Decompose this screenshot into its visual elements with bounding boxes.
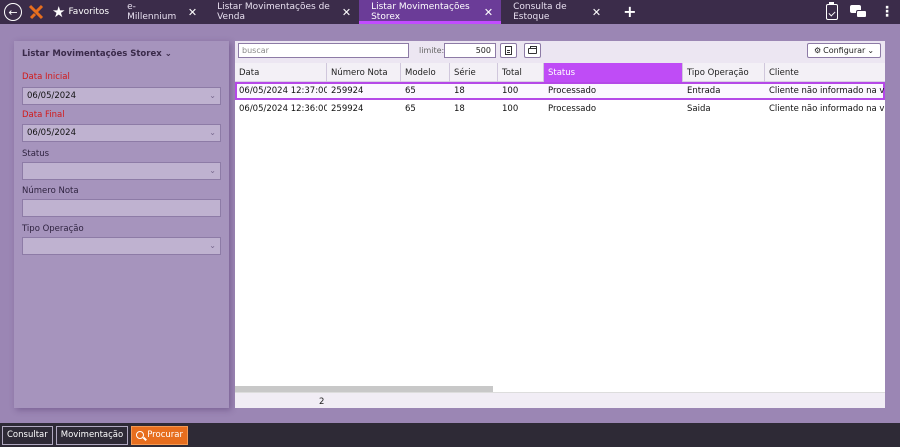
- chevron-down-icon: ⌄: [164, 49, 172, 59]
- app-logo-icon: [28, 4, 44, 20]
- column-header-modelo[interactable]: Modelo: [401, 63, 450, 82]
- favorites-button[interactable]: ★ Favoritos: [52, 2, 110, 21]
- chat-icon[interactable]: [850, 5, 868, 19]
- numero-nota-input[interactable]: [22, 199, 221, 217]
- tipo-operacao-label: Tipo Operação: [22, 224, 84, 234]
- gear-icon: ⚙: [813, 46, 822, 55]
- data-inicial-input[interactable]: 06/05/2024 ⌄: [22, 87, 221, 105]
- panel-title[interactable]: Listar Movimentações Storex ⌄: [22, 49, 172, 59]
- star-icon: ★: [52, 2, 66, 21]
- tab-consulta-de-estoque[interactable]: Consulta de Estoque ✕: [501, 0, 609, 24]
- cell-numero-nota: 259924: [331, 86, 364, 96]
- cell-tipo-operacao: Entrada: [687, 86, 721, 96]
- kebab-menu-icon[interactable]: ⋮: [880, 5, 894, 19]
- status-select[interactable]: ⌄: [22, 162, 221, 180]
- search-icon: [136, 431, 145, 439]
- cell-data: 06/05/2024 12:37:00: [239, 86, 327, 96]
- results-grid: buscar limite: 500 ⚙ Configurar ⌄ Data N…: [235, 41, 885, 408]
- chevron-down-icon[interactable]: ⌄: [209, 128, 216, 137]
- tab-label: Consulta de Estoque: [513, 2, 567, 22]
- printer-icon: [528, 45, 537, 54]
- cell-modelo: 65: [405, 104, 416, 114]
- column-header-total[interactable]: Total: [498, 63, 544, 82]
- limit-label: limite:: [419, 46, 445, 55]
- consultar-button[interactable]: Consultar: [2, 425, 53, 445]
- consultar-label: Consultar: [7, 430, 48, 440]
- data-final-input[interactable]: 06/05/2024 ⌄: [22, 124, 221, 142]
- data-inicial-label: Data Inicial: [22, 72, 70, 82]
- cell-total: 100: [502, 86, 519, 96]
- movimentacao-button[interactable]: Movimentação: [55, 425, 129, 445]
- search-input[interactable]: buscar: [238, 43, 409, 58]
- table-header: Data Número Nota Modelo Série Total Stat…: [235, 63, 885, 82]
- chevron-down-icon[interactable]: ⌄: [209, 241, 216, 250]
- configure-label: Configurar: [823, 46, 866, 55]
- record-count: 2: [319, 397, 325, 407]
- cell-total: 100: [502, 104, 519, 114]
- close-icon[interactable]: ✕: [188, 6, 197, 19]
- column-header-serie[interactable]: Série: [450, 63, 498, 82]
- cell-serie: 18: [454, 86, 465, 96]
- top-right-actions: ⋮: [826, 0, 894, 24]
- table-row[interactable]: 06/05/2024 12:36:00 259924 65 18 100 Pro…: [235, 100, 885, 118]
- cell-numero-nota: 259924: [331, 104, 364, 114]
- data-inicial-value: 06/05/2024: [27, 91, 76, 101]
- chevron-down-icon[interactable]: ⌄: [209, 166, 216, 175]
- bottom-bar: Consultar Movimentação Procurar: [0, 423, 900, 447]
- column-header-data[interactable]: Data: [235, 63, 327, 82]
- export-button[interactable]: [500, 43, 517, 58]
- data-final-value: 06/05/2024: [27, 128, 76, 138]
- column-header-numero-nota[interactable]: Número Nota: [327, 63, 401, 82]
- document-icon: [505, 46, 512, 55]
- cell-cliente: Cliente não informado na venda: [769, 104, 885, 114]
- close-icon[interactable]: ✕: [342, 6, 351, 19]
- add-tab-icon[interactable]: +: [623, 4, 636, 20]
- cell-serie: 18: [454, 104, 465, 114]
- procurar-button[interactable]: Procurar: [131, 425, 188, 445]
- cell-status: Processado: [548, 104, 597, 114]
- configure-button[interactable]: ⚙ Configurar ⌄: [807, 43, 881, 58]
- cell-modelo: 65: [405, 86, 416, 96]
- data-final-label: Data Final: [22, 110, 65, 120]
- cell-status: Processado: [548, 86, 597, 96]
- numero-nota-label: Número Nota: [22, 186, 79, 196]
- close-icon[interactable]: ✕: [484, 6, 493, 19]
- tipo-operacao-select[interactable]: ⌄: [22, 237, 221, 255]
- tab-listar-movimentacoes-storex[interactable]: Listar Movimentações Storex ✕: [359, 0, 502, 24]
- procurar-label: Procurar: [147, 430, 183, 440]
- tab-e-millennium[interactable]: e-Millennium ✕: [115, 0, 205, 24]
- movimentacao-label: Movimentação: [60, 430, 124, 440]
- top-bar: ← ★ Favoritos e-Millennium ✕ Listar Movi…: [0, 0, 900, 24]
- tab-listar-movimentacoes-venda[interactable]: Listar Movimentações de Venda ✕: [205, 0, 359, 24]
- close-icon[interactable]: ✕: [592, 6, 601, 19]
- table-row[interactable]: 06/05/2024 12:37:00 259924 65 18 100 Pro…: [235, 82, 885, 100]
- cell-cliente: Cliente não informado na venda: [769, 86, 885, 96]
- print-button[interactable]: [524, 43, 541, 58]
- grid-footer: 2: [235, 392, 885, 408]
- favorites-label: Favoritos: [68, 7, 110, 17]
- limit-input[interactable]: 500: [444, 43, 496, 58]
- column-header-tipo-operacao[interactable]: Tipo Operação: [683, 63, 765, 82]
- tab-label: Listar Movimentações Storex: [371, 2, 470, 22]
- tab-label: Listar Movimentações de Venda: [217, 2, 330, 22]
- filter-panel: Listar Movimentações Storex ⌄ Data Inicia…: [14, 41, 229, 408]
- grid-toolbar: buscar limite: 500 ⚙ Configurar ⌄: [235, 41, 885, 63]
- clipboard-check-icon[interactable]: [826, 2, 838, 20]
- column-header-cliente[interactable]: Cliente: [765, 63, 885, 82]
- tab-label: e-Millennium: [127, 2, 177, 22]
- chevron-down-icon: ⌄: [867, 46, 875, 55]
- cell-tipo-operacao: Saida: [687, 104, 711, 114]
- cell-data: 06/05/2024 12:36:00: [239, 104, 327, 114]
- panel-title-text: Listar Movimentações Storex: [22, 49, 162, 59]
- column-header-status[interactable]: Status: [544, 63, 683, 82]
- chevron-down-icon[interactable]: ⌄: [209, 91, 216, 100]
- status-label: Status: [22, 149, 50, 159]
- back-arrow-icon[interactable]: ←: [4, 3, 22, 21]
